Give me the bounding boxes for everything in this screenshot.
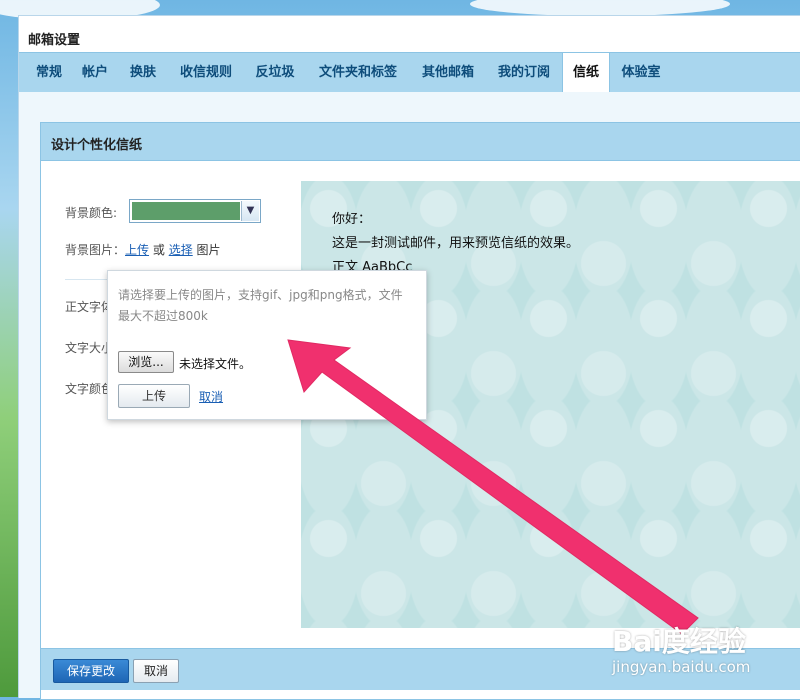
tab-labs[interactable]: 体验室 (615, 53, 667, 92)
upload-hint: 请选择要上传的图片，支持gif、jpg和png格式，文件最大不超过800k (118, 288, 403, 323)
upload-button[interactable]: 上传 (118, 384, 190, 408)
text-color-label: 文字颜色 (65, 382, 114, 396)
popup-cancel-link[interactable]: 取消 (199, 388, 223, 405)
upload-popup: 请选择要上传的图片，支持gif、jpg和png格式，文件最大不超过800k 浏览… (107, 270, 427, 420)
preview-greeting: 你好： (332, 212, 372, 227)
panel-title: 设计个性化信纸 (51, 138, 143, 153)
tab-stationery[interactable]: 信纸 (562, 53, 610, 93)
watermark-logo: Bai度经验 (612, 625, 746, 658)
cancel-button[interactable]: 取消 (133, 659, 179, 683)
background-cloud (470, 0, 730, 16)
browse-button[interactable]: 浏览... (118, 351, 174, 373)
watermark-url: jingyan.baidu.com (612, 658, 751, 676)
bg-color-select[interactable]: ▼ (129, 199, 261, 223)
tab-subscriptions[interactable]: 我的订阅 (489, 53, 559, 92)
tab-mail-rules[interactable]: 收信规则 (171, 53, 241, 92)
bg-image-row: 背景图片：上传 或 选择 图片 (65, 241, 221, 258)
tab-other-mailboxes[interactable]: 其他邮箱 (413, 53, 483, 92)
tab-folders-labels[interactable]: 文件夹和标签 (309, 53, 407, 92)
tab-general[interactable]: 常规 (27, 53, 71, 92)
bg-image-label: 背景图片： (65, 243, 126, 257)
tab-account[interactable]: 帐户 (75, 53, 115, 92)
tab-skin[interactable]: 换肤 (121, 53, 165, 92)
settings-tab-bar: 常规 帐户 换肤 收信规则 反垃圾 文件夹和标签 其他邮箱 我的订阅 信纸 体验… (19, 52, 800, 93)
upload-image-link[interactable]: 上传 (125, 243, 149, 257)
bg-color-label: 背景颜色: (65, 206, 118, 220)
size-label: 文字大小 (65, 341, 114, 355)
image-text: 图片 (196, 243, 221, 257)
tab-antispam[interactable]: 反垃圾 (247, 53, 303, 92)
bg-color-swatch (132, 202, 240, 220)
panel-header: 设计个性化信纸 (41, 123, 800, 161)
select-image-link[interactable]: 选择 (169, 243, 193, 257)
settings-window: 邮箱设置 常规 帐户 换肤 收信规则 反垃圾 文件夹和标签 其他邮箱 我的订阅 … (18, 15, 800, 700)
window-title: 邮箱设置 (28, 33, 81, 48)
save-button[interactable]: 保存更改 (53, 659, 129, 683)
preview-body: 这是一封测试邮件，用来预览信纸的效果。 (332, 236, 580, 251)
no-file-text: 未选择文件。 (179, 357, 252, 371)
chevron-down-icon[interactable]: ▼ (241, 201, 259, 221)
watermark: Bai度经验 jingyan.baidu.com (612, 620, 750, 676)
or-text: 或 (152, 243, 165, 257)
font-label: 正文字体 (65, 300, 114, 314)
